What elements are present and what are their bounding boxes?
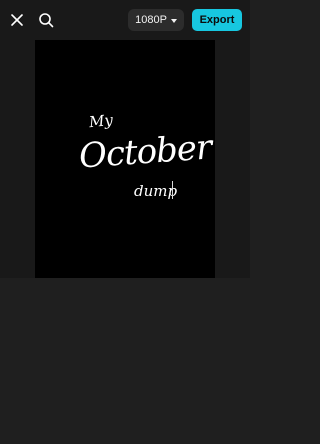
search-button[interactable] <box>35 9 57 31</box>
preview-area: My October dump <box>0 40 250 278</box>
resolution-dropdown[interactable]: 1080P <box>128 9 184 31</box>
search-icon <box>39 13 54 28</box>
text-cursor <box>172 181 173 199</box>
caret-down-icon <box>170 18 177 23</box>
video-canvas[interactable]: My October dump <box>35 40 215 278</box>
text-line-october[interactable]: October <box>78 127 213 176</box>
text-line-my[interactable]: My <box>88 111 114 131</box>
bottom-panel <box>0 278 250 444</box>
resolution-label: 1080P <box>135 14 167 26</box>
close-icon <box>11 14 23 26</box>
close-button[interactable] <box>6 9 28 31</box>
text-line-dump[interactable]: dump <box>134 182 177 200</box>
export-button[interactable]: Export <box>192 9 242 31</box>
top-toolbar: 1080P Export <box>0 0 250 40</box>
